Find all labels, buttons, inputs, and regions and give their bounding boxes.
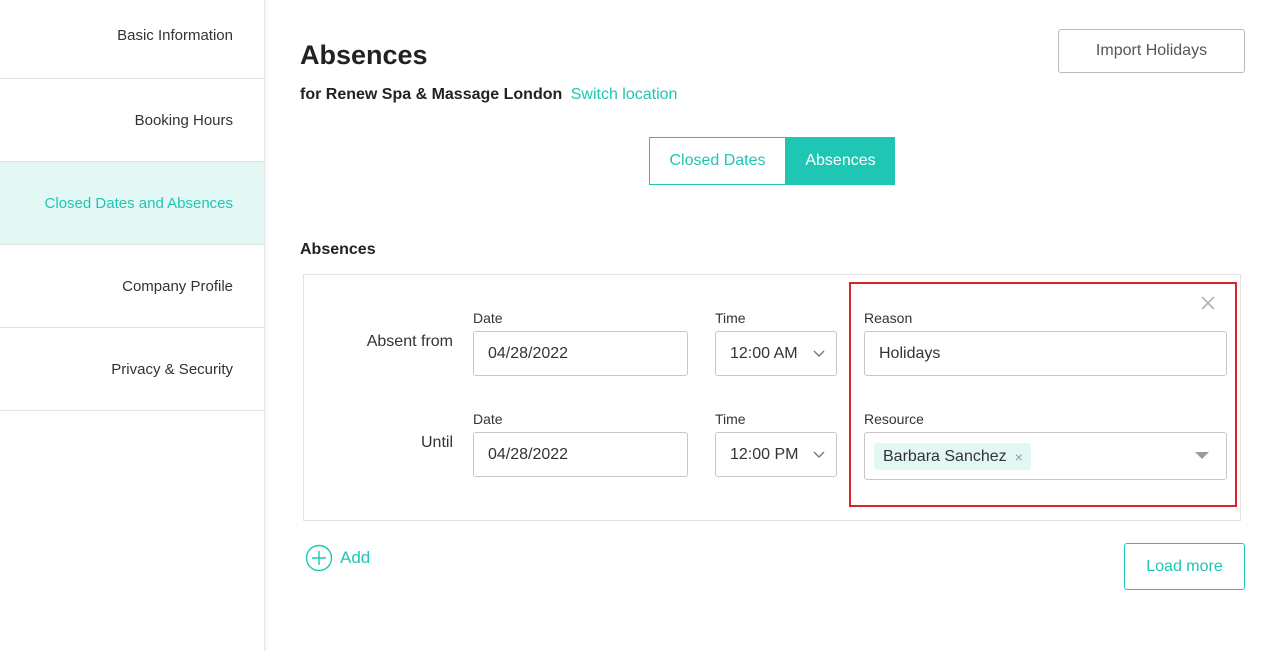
until-time-value: 12:00 PM (730, 445, 799, 463)
chevron-down-icon (813, 451, 825, 458)
tab-closed-dates[interactable]: Closed Dates (649, 137, 786, 185)
sidebar-item-label: Closed Dates and Absences (44, 194, 233, 212)
from-time-select[interactable]: 12:00 AM (715, 331, 837, 376)
view-toggle: Closed Dates Absences (649, 137, 895, 185)
from-date-value: 04/28/2022 (488, 344, 569, 362)
tab-absences[interactable]: Absences (786, 137, 895, 185)
settings-sidebar: Basic Information Booking Hours Closed D… (0, 0, 265, 651)
from-time-label: Time (715, 310, 746, 326)
highlight-box (849, 282, 1237, 507)
import-holidays-button[interactable]: Import Holidays (1058, 29, 1245, 73)
sidebar-item-label: Company Profile (122, 277, 233, 295)
add-label: Add (340, 548, 371, 567)
chevron-down-icon (813, 350, 825, 357)
load-more-button[interactable]: Load more (1124, 543, 1245, 590)
absences-section-title: Absences (300, 241, 376, 258)
sidebar-item-label: Privacy & Security (111, 360, 233, 378)
sidebar-item-label: Booking Hours (134, 111, 233, 129)
until-date-value: 04/28/2022 (488, 445, 569, 463)
until-time-label: Time (715, 411, 746, 427)
add-absence-button[interactable]: Add (305, 544, 370, 572)
from-date-input[interactable]: 04/28/2022 (473, 331, 688, 376)
close-icon[interactable] (1199, 294, 1217, 312)
location-name: for Renew Spa & Massage London (300, 86, 563, 103)
until-label: Until (420, 434, 453, 451)
until-time-select[interactable]: 12:00 PM (715, 432, 837, 477)
switch-location-link[interactable]: Switch location (571, 86, 678, 103)
absent-from-label: Absent from (366, 333, 453, 350)
until-date-input[interactable]: 04/28/2022 (473, 432, 688, 477)
location-subtitle: for Renew Spa & Massage London Switch lo… (300, 86, 677, 104)
sidebar-item-company-profile[interactable]: Company Profile (0, 245, 264, 328)
plus-circle-icon (305, 544, 333, 572)
from-date-label: Date (473, 310, 503, 326)
sidebar-item-closed-dates-absences[interactable]: Closed Dates and Absences (0, 162, 264, 245)
sidebar-item-booking-hours[interactable]: Booking Hours (0, 79, 264, 162)
from-time-value: 12:00 AM (730, 344, 798, 362)
page-title: Absences (300, 40, 428, 70)
sidebar-item-label: Basic Information (117, 27, 233, 44)
sidebar-item-basic-information[interactable]: Basic Information (0, 0, 264, 79)
until-date-label: Date (473, 411, 503, 427)
sidebar-item-privacy-security[interactable]: Privacy & Security (0, 328, 264, 411)
